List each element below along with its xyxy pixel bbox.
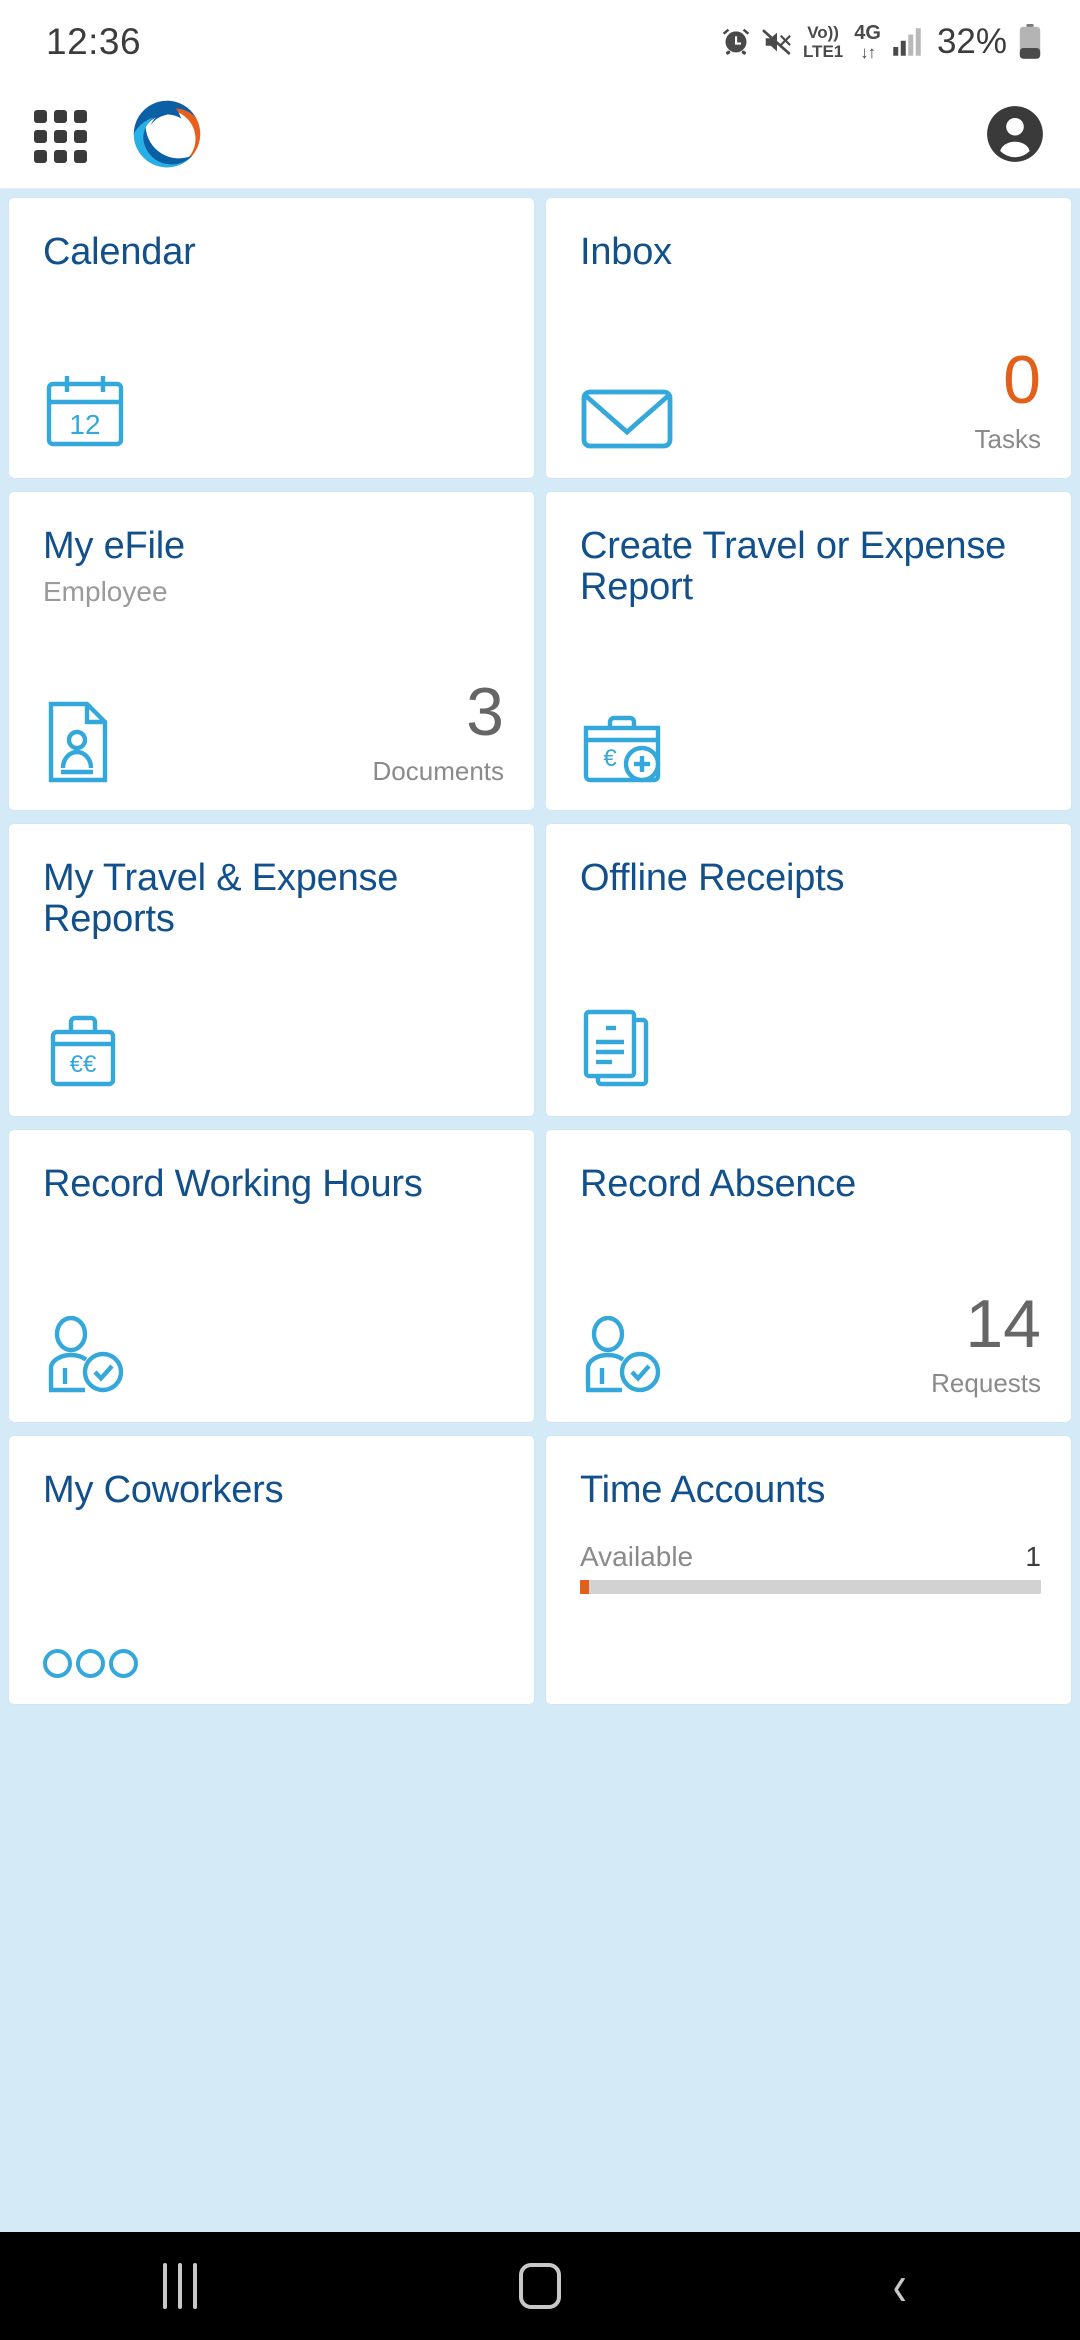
network-4g-icon: 4G ↓↑ [854, 23, 881, 61]
tile-kpi: 0 Tasks [974, 342, 1041, 454]
tile-offline-receipts[interactable]: Offline Receipts [546, 824, 1071, 1116]
volte-line1: Vo)) [807, 23, 839, 42]
phone-screen: 12:36 Vo)) LTE1 4G ↓↑ 32% Calendar 12 In… [0, 0, 1080, 2340]
tile-footer: 12 [43, 372, 504, 452]
tile-footer: €€ [43, 1012, 504, 1090]
tile-footer: 0 Tasks [580, 342, 1041, 454]
tile-footer: 3 Documents [43, 674, 505, 786]
status-time: 12:36 [46, 21, 142, 62]
tile-kpi: 3 Documents [372, 674, 505, 786]
briefcase-euro-plus-icon: € [580, 714, 668, 784]
tile-title: My Travel & Expense Reports [43, 857, 399, 941]
tile-title: Offline Receipts [580, 857, 845, 899]
signal-bars-icon [892, 28, 922, 56]
network-label: 4G [854, 22, 881, 44]
user-avatar-icon[interactable] [984, 103, 1046, 170]
tile-record-absence[interactable]: Record Absence 14 Requests [546, 1130, 1071, 1422]
calendar-day-number: 12 [69, 409, 100, 440]
kpi-value: 0 [1003, 342, 1041, 419]
tile-title: My eFile [43, 525, 185, 567]
home-icon [519, 2263, 561, 2309]
time-account-row: Available 1 [580, 1541, 1041, 1573]
battery-percent: 32% [936, 22, 1007, 61]
tile-footer [580, 1008, 1041, 1090]
person-check-icon [580, 1316, 666, 1396]
status-bar: 12:36 Vo)) LTE1 4G ↓↑ 32% [0, 0, 1080, 84]
tile-footer: 14 Requests [580, 1286, 1041, 1398]
stacked-documents-icon [580, 1008, 656, 1090]
volte-icon: Vo)) LTE1 [803, 24, 843, 60]
kpi-value: 14 [965, 1286, 1041, 1363]
time-account-label: Available [580, 1541, 694, 1573]
person-check-icon [43, 1316, 129, 1396]
briefcase-double-euro-icon: €€ [43, 1012, 127, 1090]
app-header-left [34, 96, 205, 177]
tile-time-accounts[interactable]: Time Accounts Available 1 [546, 1436, 1071, 1704]
tile-create-travel-expense-report[interactable]: Create Travel or Expense Report € [546, 492, 1071, 810]
tile-footer [43, 1316, 504, 1396]
kpi-label: Documents [372, 756, 505, 786]
mute-icon [762, 27, 792, 57]
time-account-progress-bar [580, 1580, 1041, 1595]
company-logo[interactable] [129, 96, 205, 177]
tile-record-working-hours[interactable]: Record Working Hours [9, 1130, 534, 1422]
recents-button[interactable] [95, 2232, 265, 2340]
back-button[interactable]: ‹ [815, 2232, 985, 2340]
status-icons: Vo)) LTE1 4G ↓↑ 32% [721, 22, 1042, 62]
envelope-icon [580, 386, 674, 452]
tile-my-coworkers[interactable]: My Coworkers [9, 1436, 534, 1704]
tile-subtitle: Employee [43, 576, 168, 608]
kpi-label: Requests [931, 1368, 1041, 1398]
tile-title: Record Absence [580, 1163, 857, 1205]
kpi-value: 3 [466, 674, 504, 751]
tile-inbox[interactable]: Inbox 0 Tasks [546, 198, 1071, 478]
recents-icon [163, 2263, 197, 2309]
app-grid-icon[interactable] [34, 109, 87, 163]
tile-grid: Calendar 12 Inbox 0 Tasks My eFile Emplo… [0, 189, 1080, 2340]
tile-title: My Coworkers [43, 1469, 284, 1511]
tile-title: Create Travel or Expense Report [580, 525, 1007, 609]
battery-icon [1018, 24, 1042, 60]
home-button[interactable] [455, 2232, 625, 2340]
three-circles-icon [43, 1649, 504, 1678]
calendar-icon: 12 [43, 372, 127, 452]
back-icon: ‹ [893, 2253, 907, 2318]
data-arrows: ↓↑ [860, 43, 876, 62]
tile-footer: € [580, 714, 1041, 784]
tile-my-travel-expense-reports[interactable]: My Travel & Expense Reports €€ [9, 824, 534, 1116]
time-account-value: 1 [1025, 1541, 1041, 1573]
tile-calendar[interactable]: Calendar 12 [9, 198, 534, 478]
volte-line2: LTE1 [802, 42, 844, 61]
alarm-icon [721, 27, 751, 57]
android-nav-bar: ‹ [0, 2232, 1080, 2340]
tile-title: Inbox [580, 231, 672, 273]
tile-title: Calendar [43, 231, 196, 273]
tile-kpi: 14 Requests [931, 1286, 1041, 1398]
svg-text:€€: €€ [70, 1051, 97, 1078]
app-header [0, 84, 1080, 189]
tile-title: Time Accounts [580, 1469, 826, 1511]
tile-my-efile[interactable]: My eFile Employee 3 Documents [9, 492, 534, 810]
kpi-label: Tasks [974, 424, 1041, 454]
tile-title: Record Working Hours [43, 1163, 423, 1205]
document-person-icon [43, 700, 113, 784]
svg-text:€: € [603, 745, 617, 772]
